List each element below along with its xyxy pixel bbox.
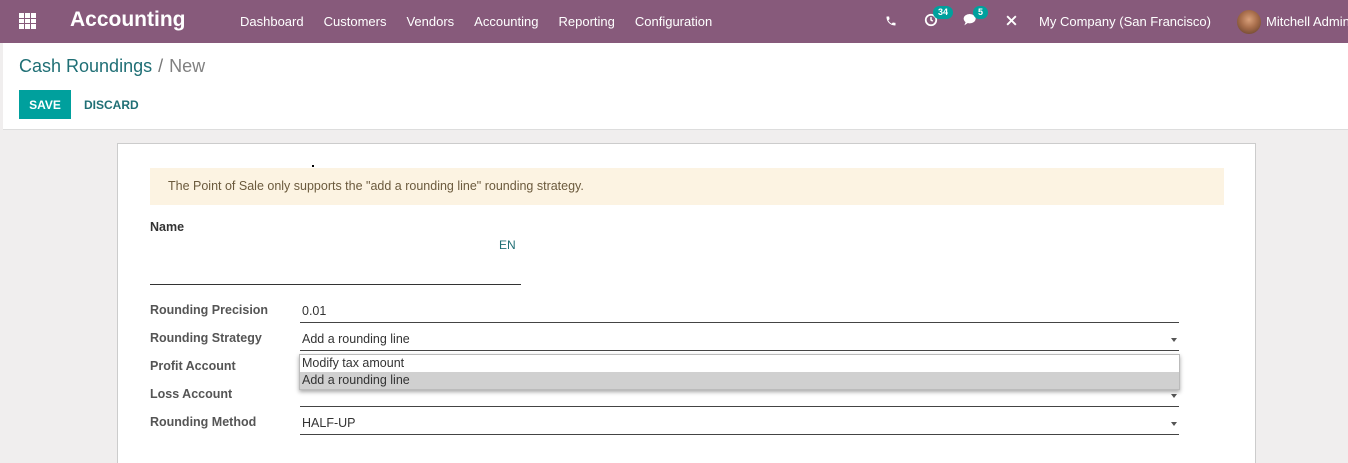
rounding-precision-label: Rounding Precision [150,303,269,317]
loss-account-label: Loss Account [150,387,233,401]
breadcrumb-separator: / [158,56,164,76]
pos-warning-alert: The Point of Sale only supports the "add… [150,168,1224,205]
name-input[interactable] [150,252,521,285]
rounding-strategy-select[interactable]: Add a rounding line [300,329,1179,351]
dropdown-option-add-rounding-line[interactable]: Add a rounding line [300,372,1179,389]
menu-item-configuration[interactable]: Configuration [625,0,722,43]
rounding-method-select[interactable]: HALF-UP [300,413,1179,435]
chevron-down-icon [1171,338,1177,342]
menu-item-dashboard[interactable]: Dashboard [230,0,314,43]
menu-item-customers[interactable]: Customers [314,0,397,43]
user-name: Mitchell Admin [1266,14,1348,29]
breadcrumb: Cash Roundings / New [19,56,205,77]
tools-icon[interactable] [1001,14,1021,30]
company-switcher[interactable]: My Company (San Francisco) [1039,14,1211,29]
apps-grid-icon[interactable] [19,13,36,29]
app-brand[interactable]: Accounting [70,8,186,32]
translate-button[interactable]: EN [499,238,516,252]
name-label: Name [150,220,185,234]
form-sheet: The Point of Sale only supports the "add… [117,143,1256,463]
chevron-down-icon [1171,394,1177,398]
profit-account-label: Profit Account [150,359,236,373]
cursor-dot [312,165,314,167]
breadcrumb-current: New [169,56,206,76]
rounding-method-value: HALF-UP [302,416,356,430]
main-menu: Dashboard Customers Vendors Accounting R… [230,0,722,43]
user-menu[interactable]: Mitchell Admin [1237,9,1348,34]
menu-item-vendors[interactable]: Vendors [396,0,464,43]
chevron-down-icon [1171,422,1177,426]
menu-item-accounting[interactable]: Accounting [464,0,548,43]
phone-icon[interactable] [881,14,901,30]
save-button[interactable]: SAVE [19,90,71,119]
activity-clock-icon[interactable]: 34 [921,6,954,30]
avatar [1237,9,1261,34]
menu-item-reporting[interactable]: Reporting [549,0,625,43]
breadcrumb-parent[interactable]: Cash Roundings [19,56,152,76]
rounding-strategy-label: Rounding Strategy [150,331,262,345]
discard-button[interactable]: DISCARD [74,90,149,119]
systray: 34 5 My Company (San Francisco) Mitchell… [871,0,1348,43]
rounding-method-label: Rounding Method [150,415,257,429]
control-panel: Cash Roundings / New SAVE DISCARD [3,43,1348,130]
chat-icon[interactable]: 5 [961,6,989,30]
activities-badge: 34 [933,6,954,19]
rounding-strategy-dropdown: Modify tax amount Add a rounding line [299,354,1180,390]
rounding-precision-input[interactable]: 0.01 [300,301,1179,323]
messages-badge: 5 [973,6,989,19]
dropdown-option-modify-tax[interactable]: Modify tax amount [300,355,1179,372]
rounding-strategy-value: Add a rounding line [302,332,410,346]
top-navbar: Accounting Dashboard Customers Vendors A… [0,0,1348,43]
